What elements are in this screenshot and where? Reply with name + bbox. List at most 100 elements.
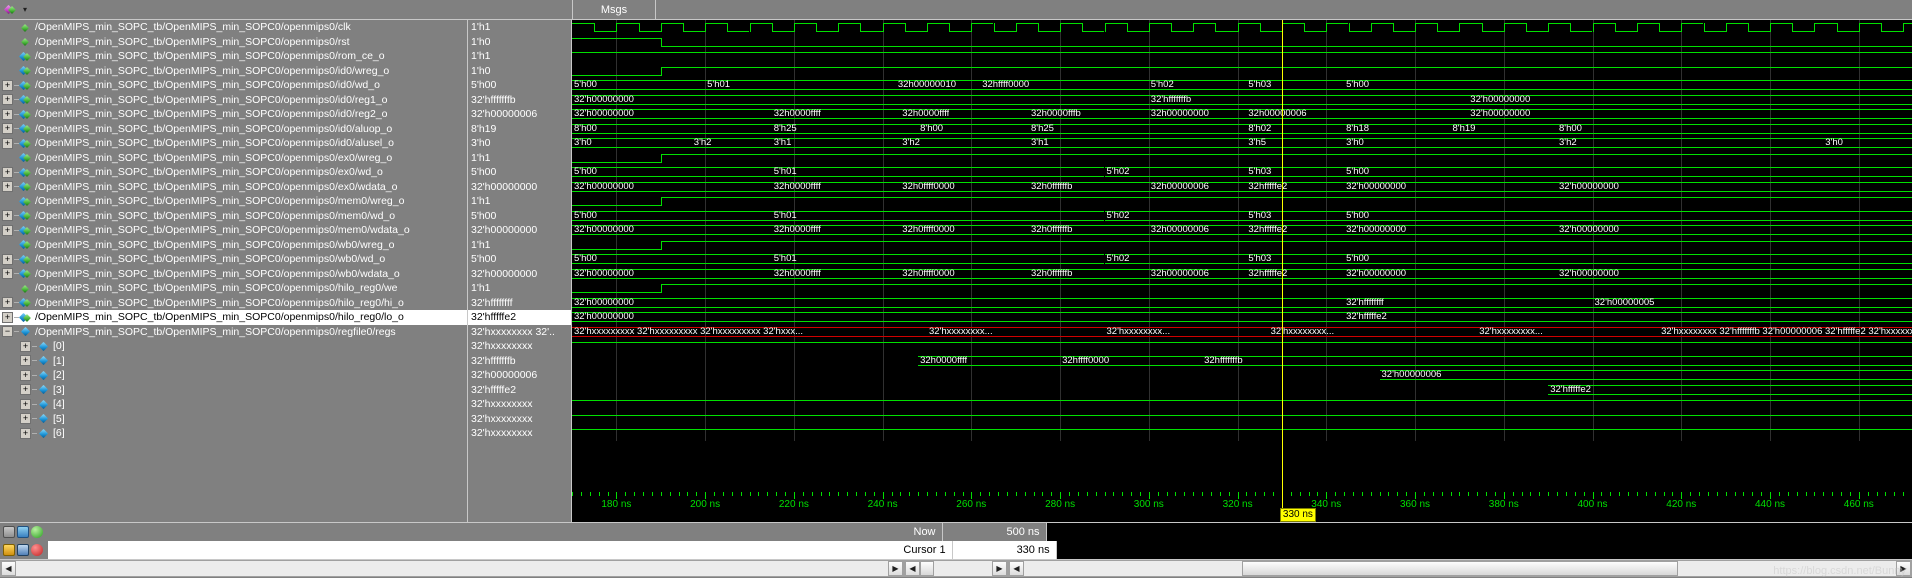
expand-toggle[interactable]: + (20, 398, 31, 410)
waveform-row[interactable]: 32'h00000000 32'hfffffffb 32'h00000000 (572, 92, 1912, 107)
waveform-row[interactable]: 8'h00 8'h25 8'h00 8'h25 8'h02 8'h18 8'h19 8'h00 (572, 121, 1912, 136)
expand-toggle[interactable]: + (20, 340, 31, 352)
waveform-row[interactable]: 5'h00 5'h01 5'h02 5'h03 5'h00 (572, 165, 1912, 180)
expand-toggle[interactable]: + (2, 224, 13, 236)
signal-row[interactable]: + /OpenMIPS_min_SOPC_tb/OpenMIPS_min_SOPC… (0, 296, 467, 311)
expand-toggle[interactable]: + (20, 369, 31, 381)
expand-toggle[interactable]: + (2, 297, 13, 309)
signal-row[interactable]: + /OpenMIPS_min_SOPC_tb/OpenMIPS_min_SOPC… (0, 78, 467, 93)
cursor-time-flag[interactable]: 330 ns (1279, 508, 1316, 522)
signal-names-pane[interactable]: /OpenMIPS_min_SOPC_tb/OpenMIPS_min_SOPC0… (0, 20, 468, 492)
cursor-line[interactable] (1281, 20, 1283, 492)
waveform-row[interactable] (572, 20, 1912, 35)
lock-icon[interactable] (3, 544, 15, 556)
wave-horizontal-scrollbar[interactable]: ◀ ▶ (1008, 560, 1912, 577)
waveform-row[interactable]: 32h0000ffff 32hffff0000 32hfffffffb (572, 353, 1912, 368)
signal-row[interactable]: + /OpenMIPS_min_SOPC_tb/OpenMIPS_min_SOPC… (0, 165, 467, 180)
signal-row[interactable]: + /OpenMIPS_min_SOPC_tb/OpenMIPS_min_SOPC… (0, 209, 467, 224)
signal-row[interactable]: /OpenMIPS_min_SOPC_tb/OpenMIPS_min_SOPC0… (0, 20, 467, 35)
signal-row[interactable]: + /OpenMIPS_min_SOPC_tb/OpenMIPS_min_SOPC… (0, 310, 467, 325)
values-horizontal-scrollbar[interactable]: ◀ ▶ (904, 560, 1008, 577)
cursor-value[interactable]: 330 ns (952, 541, 1057, 559)
waveform-row[interactable]: 3'h0 3'h2 3'h1 3'h2 3'h1 3'h5 3'h0 3'h2 3'h0 (572, 136, 1912, 151)
waveform-row[interactable]: 32'h00000000 32h0000ffff 32h0ffff0000 32h0f… (572, 223, 1912, 238)
signal-row[interactable]: /OpenMIPS_min_SOPC_tb/OpenMIPS_min_SOPC0… (0, 281, 467, 296)
expand-toggle[interactable]: + (2, 210, 13, 222)
add-icon[interactable] (31, 526, 43, 538)
expand-toggle[interactable]: + (2, 108, 13, 120)
signal-values-pane[interactable]: 1'h1 1'h0 1'h1 1'h0 5'h00 32'hfffffffb 32'h000… (468, 20, 572, 492)
waveform-row[interactable] (572, 281, 1912, 296)
scroll-track-values[interactable] (920, 561, 992, 576)
waveform-row[interactable] (572, 150, 1912, 165)
expand-toggle[interactable]: + (2, 181, 13, 193)
signal-row[interactable]: /OpenMIPS_min_SOPC_tb/OpenMIPS_min_SOPC0… (0, 151, 467, 166)
signal-row[interactable]: + [3] (0, 383, 467, 398)
signal-row[interactable]: + /OpenMIPS_min_SOPC_tb/OpenMIPS_min_SOPC… (0, 122, 467, 137)
scroll-thumb-values[interactable] (920, 561, 934, 576)
waveform-row[interactable]: 32'hxxxxxxxxx 32'hxxxxxxxxx 32'hxxxxxxxx… (572, 324, 1912, 339)
waveform-row[interactable] (572, 411, 1912, 426)
signal-row[interactable]: + [6] (0, 426, 467, 441)
waveform-row[interactable] (572, 339, 1912, 354)
scroll-right-arrow[interactable]: ▶ (888, 561, 903, 576)
scroll-track-names[interactable] (16, 561, 888, 576)
expand-toggle[interactable]: + (2, 79, 13, 91)
collapse-toggle[interactable]: − (2, 326, 13, 338)
waveform-row[interactable] (572, 237, 1912, 252)
signal-row[interactable]: + [2] (0, 368, 467, 383)
waveform-row[interactable] (572, 34, 1912, 49)
cursor-label[interactable]: Cursor 1 (48, 541, 953, 559)
scroll-left-arrow-values[interactable]: ◀ (905, 561, 920, 576)
expand-toggle[interactable]: + (20, 384, 31, 396)
wrench-icon[interactable] (17, 544, 29, 556)
waveform-row[interactable] (572, 397, 1912, 412)
expand-toggle[interactable]: + (20, 355, 31, 367)
signal-row[interactable]: + /OpenMIPS_min_SOPC_tb/OpenMIPS_min_SOPC… (0, 223, 467, 238)
scroll-right-arrow-values[interactable]: ▶ (992, 561, 1007, 576)
expand-toggle[interactable]: + (2, 311, 13, 323)
signal-row[interactable]: + [5] (0, 412, 467, 427)
signal-icon[interactable] (3, 4, 17, 15)
scroll-thumb-wave[interactable] (1242, 561, 1678, 576)
save-icon[interactable] (3, 526, 15, 538)
waveform-row[interactable]: 32'h00000000 32'hfffffe2 (572, 310, 1912, 325)
signal-row[interactable]: /OpenMIPS_min_SOPC_tb/OpenMIPS_min_SOPC0… (0, 238, 467, 253)
scroll-left-arrow[interactable]: ◀ (1, 561, 16, 576)
waveform-row[interactable] (572, 194, 1912, 209)
waveform-row[interactable]: 32'h00000000 32h0000ffff 32h0000ffff 32h000… (572, 107, 1912, 122)
signal-row[interactable]: + /OpenMIPS_min_SOPC_tb/OpenMIPS_min_SOPC… (0, 93, 467, 108)
signal-row[interactable]: + /OpenMIPS_min_SOPC_tb/OpenMIPS_min_SOPC… (0, 180, 467, 195)
ruler-ticks[interactable]: 180 ns 200 ns 220 ns 240 ns 260 ns 280 ns 300 … (572, 492, 1912, 522)
delete-icon[interactable] (31, 544, 43, 556)
signal-row[interactable]: + [4] (0, 397, 467, 412)
expand-toggle[interactable]: + (2, 166, 13, 178)
signal-row[interactable]: + /OpenMIPS_min_SOPC_tb/OpenMIPS_min_SOPC… (0, 252, 467, 267)
signal-row[interactable]: + /OpenMIPS_min_SOPC_tb/OpenMIPS_min_SOPC… (0, 267, 467, 282)
expand-toggle[interactable]: + (2, 123, 13, 135)
scroll-track-wave[interactable] (1024, 561, 1896, 576)
waveform-row[interactable]: 32'h00000000 32h0000ffff 32h0ffff0000 32h0f… (572, 179, 1912, 194)
signal-row[interactable]: + [0] (0, 339, 467, 354)
waveform-row[interactable]: 5'h00 5'h01 5'h02 5'h03 5'h00 (572, 208, 1912, 223)
expand-toggle[interactable]: + (2, 94, 13, 106)
waveform-row[interactable]: 32'hfffffe2 (572, 382, 1912, 397)
signal-row[interactable]: /OpenMIPS_min_SOPC_tb/OpenMIPS_min_SOPC0… (0, 194, 467, 209)
signal-row[interactable]: + /OpenMIPS_min_SOPC_tb/OpenMIPS_min_SOPC… (0, 107, 467, 122)
signal-row[interactable]: + [1] (0, 354, 467, 369)
expand-toggle[interactable]: + (2, 253, 13, 265)
signal-row[interactable]: + /OpenMIPS_min_SOPC_tb/OpenMIPS_min_SOPC… (0, 136, 467, 151)
waveform-row[interactable]: 32'h00000000 32h0000ffff 32h0ffff0000 32h0f… (572, 266, 1912, 281)
waveform-row[interactable]: 5'h00 5'h01 32h00000010 32hffff0000 5'h02 5'h… (572, 78, 1912, 93)
chevron-down-icon[interactable]: ▾ (23, 0, 27, 20)
waveform-row[interactable]: 5'h00 5'h01 5'h02 5'h03 5'h00 (572, 252, 1912, 267)
signal-row[interactable]: /OpenMIPS_min_SOPC_tb/OpenMIPS_min_SOPC0… (0, 64, 467, 79)
waveform-row[interactable] (572, 63, 1912, 78)
expand-toggle[interactable]: + (2, 137, 13, 149)
open-icon[interactable] (17, 526, 29, 538)
expand-toggle[interactable]: + (20, 427, 31, 439)
scroll-right-arrow-wave[interactable]: ▶ (1896, 561, 1911, 576)
waveform-canvas[interactable]: 5'h00 5'h01 32h00000010 32hffff0000 5'h02 5'h… (572, 20, 1912, 492)
expand-toggle[interactable]: + (2, 268, 13, 280)
signal-row[interactable]: /OpenMIPS_min_SOPC_tb/OpenMIPS_min_SOPC0… (0, 49, 467, 64)
